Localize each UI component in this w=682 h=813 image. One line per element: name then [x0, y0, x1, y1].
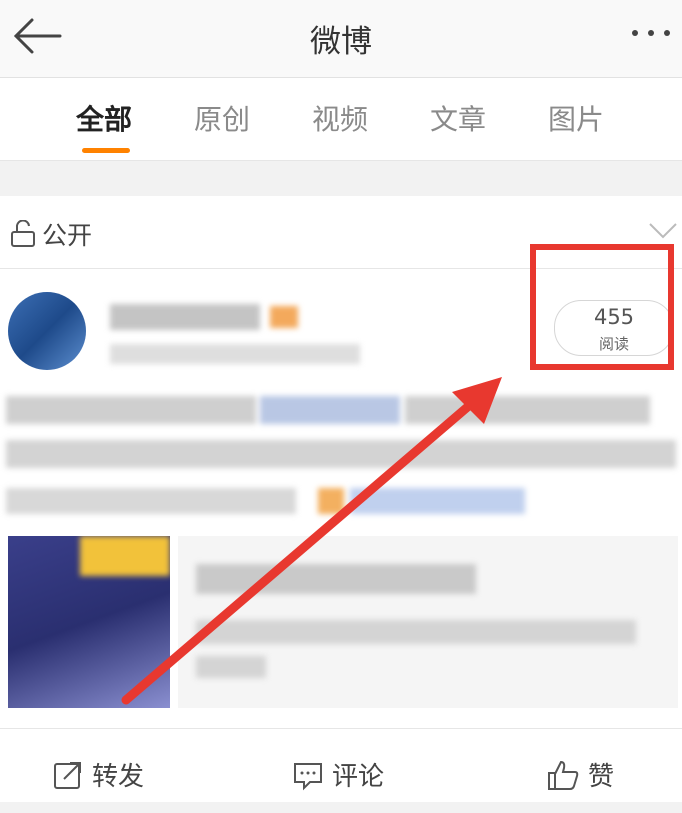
annotation-arrow — [121, 377, 502, 705]
